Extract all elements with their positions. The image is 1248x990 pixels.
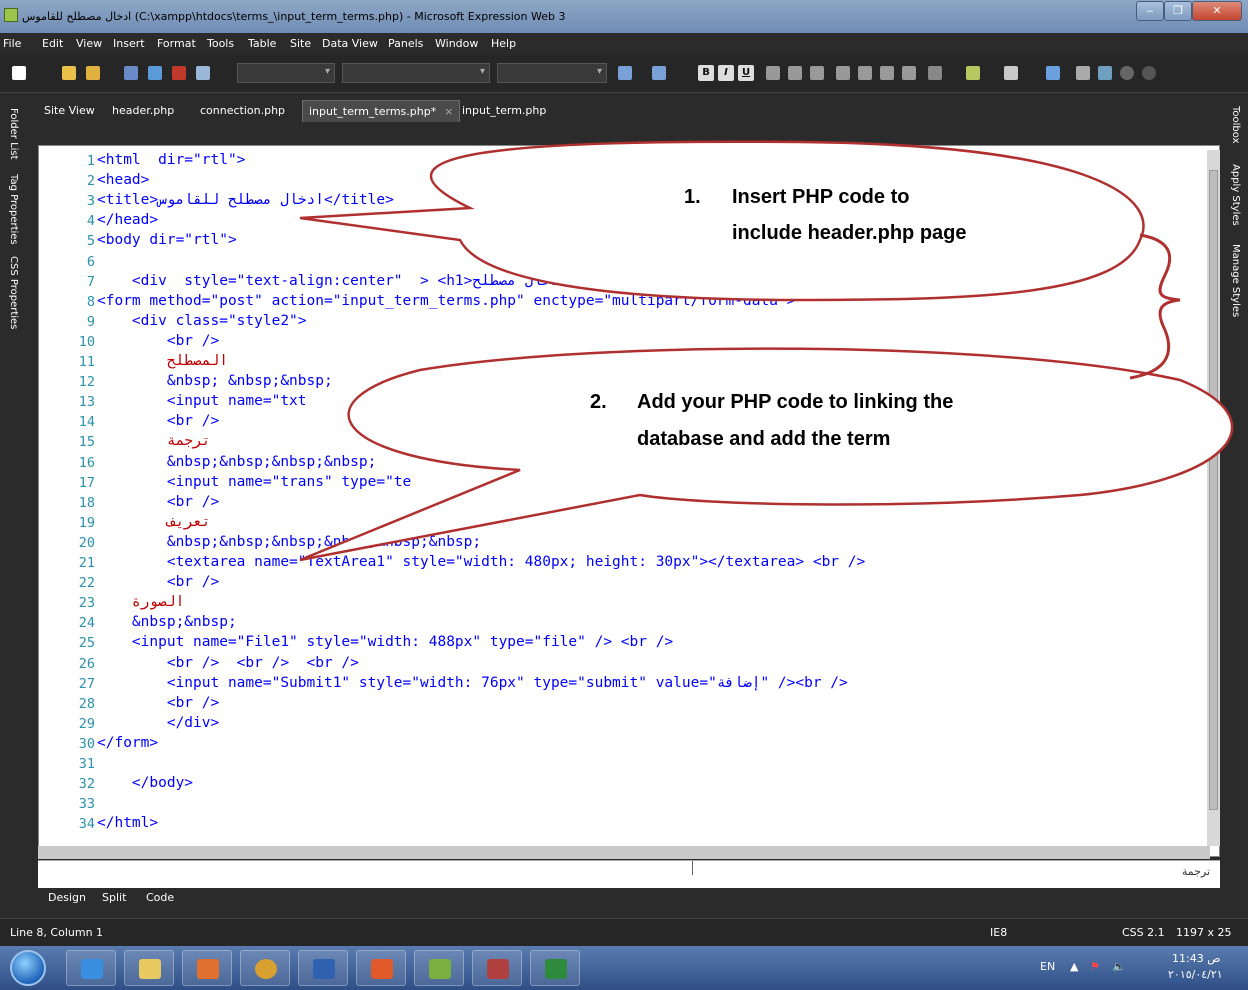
callout-2-number: 2. bbox=[590, 391, 607, 413]
callout-overlay bbox=[299, 140, 1234, 562]
callout-1-line2: include header.php page bbox=[732, 222, 967, 244]
callout-1-line1: Insert PHP code to bbox=[732, 186, 910, 208]
callout-2-bubble bbox=[299, 347, 1234, 562]
callout-2-line2: database and add the term bbox=[637, 428, 891, 450]
callout-1-bubble bbox=[299, 140, 1145, 302]
callout-2-line1: Add your PHP code to linking the bbox=[637, 391, 954, 413]
callout-1-number: 1. bbox=[684, 186, 701, 208]
curly-brace-icon bbox=[1129, 233, 1181, 380]
